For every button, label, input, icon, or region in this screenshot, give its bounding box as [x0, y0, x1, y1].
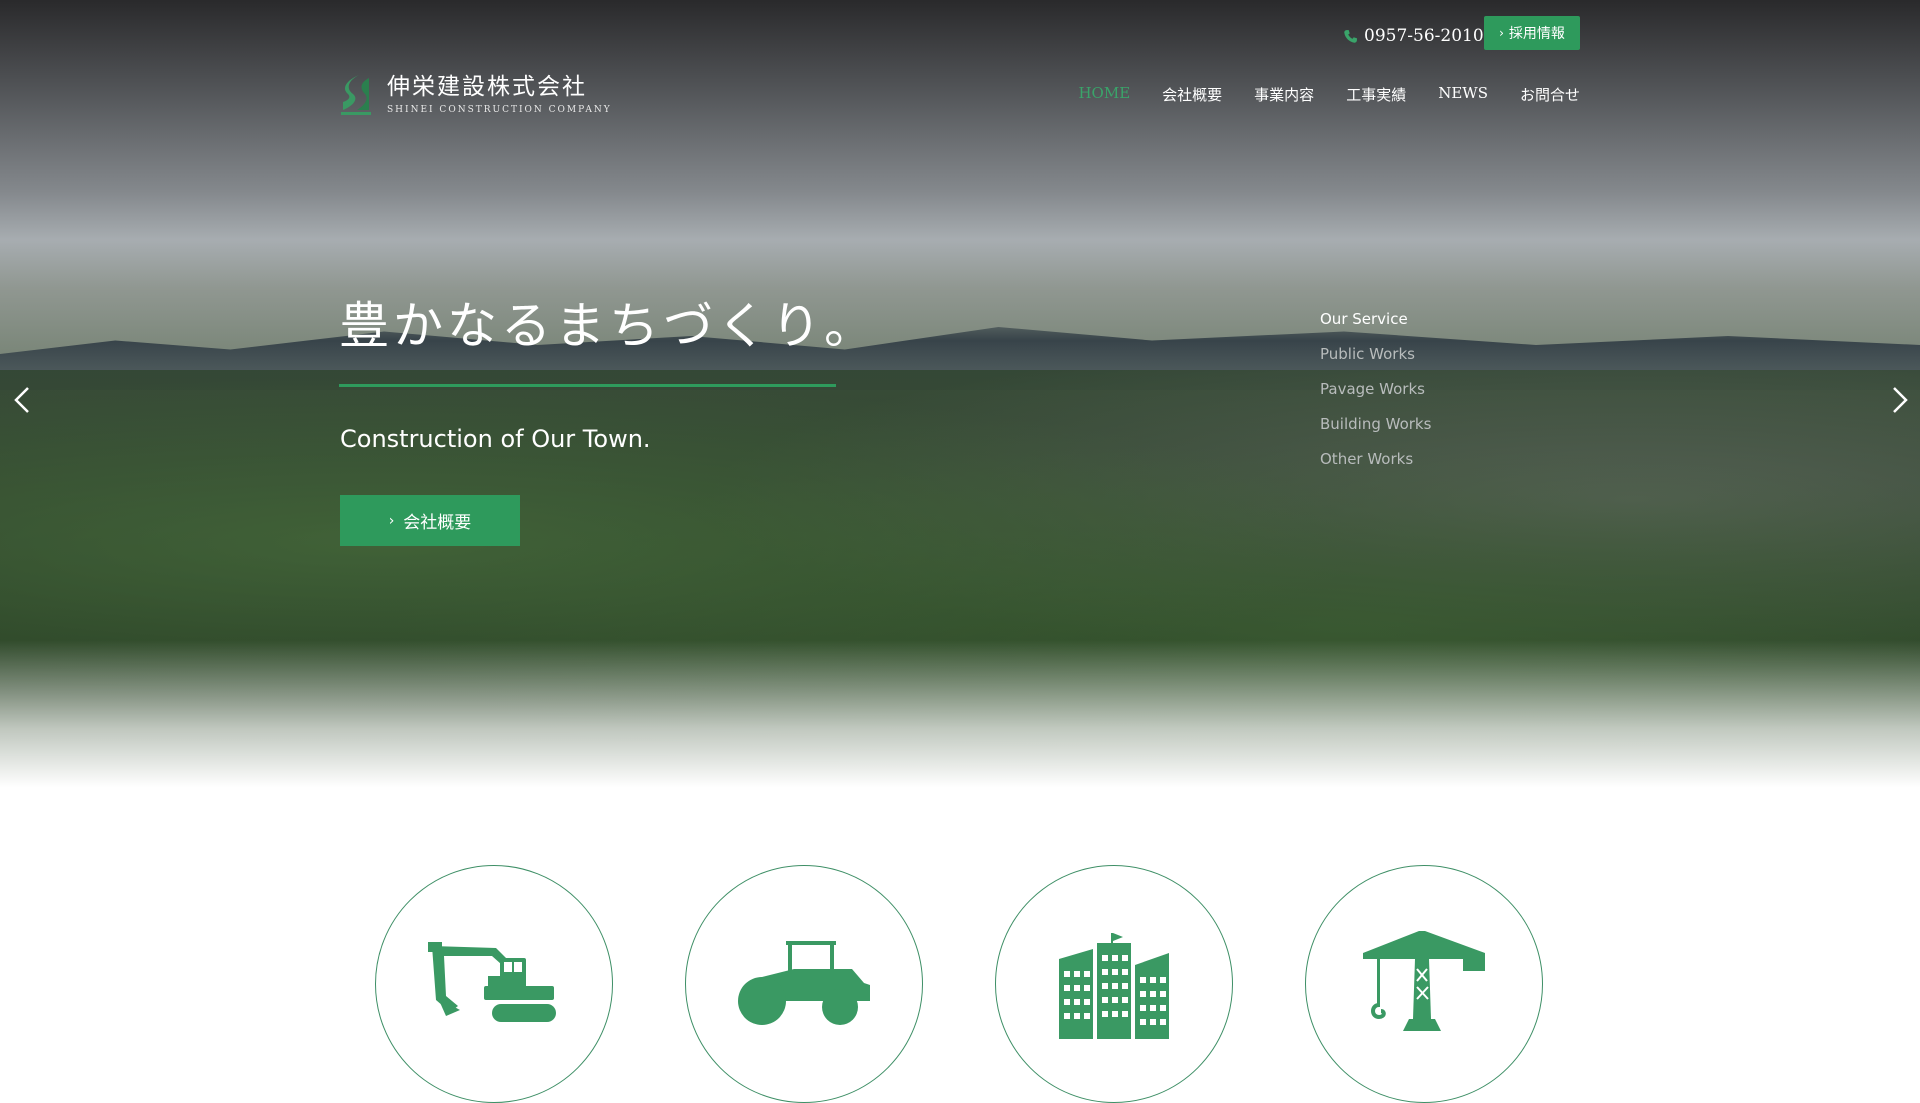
recruit-label: 採用情報 [1508, 26, 1565, 42]
nav-item-works[interactable]: 工事実績 [1346, 84, 1406, 105]
nav-item-company[interactable]: 会社概要 [1162, 84, 1222, 105]
logo-text-en: SHINEI CONSTRUCTION COMPANY [387, 104, 612, 115]
service-item-pavage-works[interactable]: Pavage Works [1320, 380, 1431, 398]
service-circle-pavage-works[interactable] [685, 865, 923, 1103]
hero-slider [0, 0, 1920, 800]
service-list-heading: Our Service [1320, 310, 1408, 328]
slider-next-arrow-icon[interactable] [1884, 380, 1914, 420]
recruit-button[interactable]: › 採用情報 [1484, 16, 1580, 50]
hero-headline: 豊かなるまちづくり。 [339, 297, 878, 355]
phone-icon [1344, 29, 1358, 43]
phone-number[interactable]: 0957-56-2010 [1343, 26, 1484, 46]
service-item-public-works[interactable]: Public Works [1320, 345, 1431, 363]
hero-bottom-fade [0, 640, 1920, 800]
site-logo[interactable]: 伸栄建設株式会社 SHINEI CONSTRUCTION COMPANY [339, 72, 612, 116]
cta-label: 会社概要 [403, 513, 472, 533]
service-list: Our Service Public Works Pavage Works Bu… [1320, 310, 1431, 485]
nav-item-business[interactable]: 事業内容 [1254, 84, 1314, 105]
service-item-building-works[interactable]: Building Works [1320, 415, 1431, 433]
chevron-right-icon: › [388, 512, 395, 529]
nav-item-home[interactable]: HOME [1078, 84, 1130, 105]
hero-headline-underline [339, 384, 836, 387]
road-roller-icon [738, 941, 870, 1025]
phone-number-text: 0957-56-2010 [1364, 26, 1484, 46]
service-circle-other-works[interactable] [1305, 865, 1543, 1103]
service-circle-building-works[interactable] [995, 865, 1233, 1103]
tower-crane-icon [1363, 931, 1485, 1031]
hero-subheadline: Construction of Our Town. [340, 425, 651, 453]
service-circle-public-works[interactable] [375, 865, 613, 1103]
nav-item-news[interactable]: NEWS [1438, 84, 1488, 105]
slider-prev-arrow-icon[interactable] [8, 380, 38, 420]
service-icon-row [375, 865, 1543, 1103]
logo-text-jp: 伸栄建設株式会社 [387, 73, 587, 100]
company-overview-button[interactable]: › 会社概要 [340, 495, 520, 546]
chevron-right-icon: › [1499, 26, 1504, 40]
excavator-icon [428, 942, 556, 1022]
nav-item-contact[interactable]: お問合せ [1520, 84, 1580, 105]
main-nav: HOME 会社概要 事業内容 工事実績 NEWS お問合せ [1078, 84, 1580, 105]
logo-mark-icon [341, 75, 371, 115]
buildings-icon [1059, 933, 1169, 1039]
service-item-other-works[interactable]: Other Works [1320, 450, 1431, 468]
